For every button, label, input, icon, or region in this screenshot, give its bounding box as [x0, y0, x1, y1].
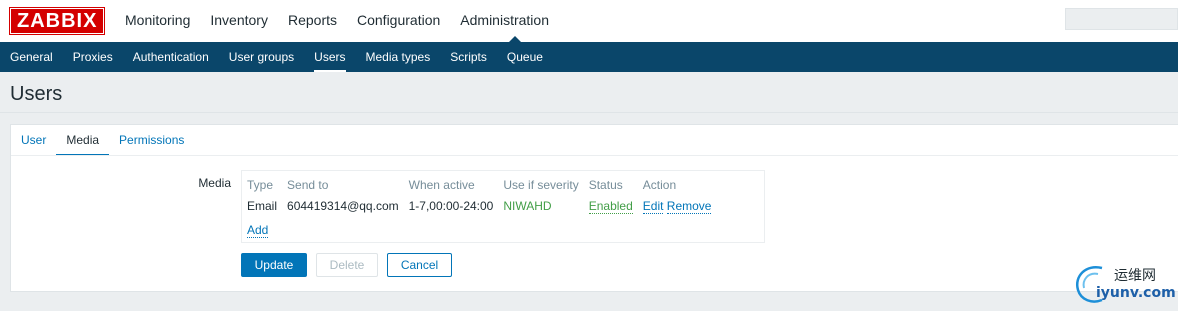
add-media-link[interactable]: Add — [247, 223, 269, 238]
media-when-active: 1-7,00:00-24:00 — [408, 199, 494, 213]
cancel-button[interactable]: Cancel — [387, 253, 452, 277]
table-row: Email 604419314@qq.com 1-7,00:00-24:00 N… — [247, 193, 722, 214]
search-input[interactable] — [1065, 8, 1178, 30]
edit-media-link[interactable]: Edit — [642, 199, 664, 214]
main-menu-configuration[interactable]: Configuration — [347, 0, 450, 42]
tab-permissions[interactable]: Permissions — [109, 125, 194, 155]
media-type: Email — [247, 199, 278, 213]
sub-menu-users[interactable]: Users — [304, 42, 355, 72]
delete-button[interactable]: Delete — [316, 253, 378, 277]
tab-user[interactable]: User — [11, 125, 56, 155]
zabbix-logo[interactable]: ZABBIX — [10, 8, 105, 34]
watermark-domain-text: iyunv.com — [1096, 285, 1176, 301]
main-menu: Monitoring Inventory Reports Configurati… — [115, 0, 559, 42]
media-actions: Edit Remove — [642, 193, 722, 214]
column-send-to: Send to — [287, 178, 329, 192]
media-field-label: Media — [198, 176, 231, 190]
sub-menu-authentication[interactable]: Authentication — [123, 42, 219, 72]
media-table: Type Send to When active Use if severity… — [247, 177, 722, 214]
main-menu-monitoring[interactable]: Monitoring — [115, 0, 200, 42]
column-use-if-severity: Use if severity — [503, 178, 579, 192]
media-list: Type Send to When active Use if severity… — [241, 170, 765, 243]
sub-menu-scripts[interactable]: Scripts — [440, 42, 497, 72]
user-form-panel: User Media Permissions Media Type Send t… — [10, 124, 1178, 292]
sub-menu-general[interactable]: General — [0, 42, 63, 72]
sub-menu-user-groups[interactable]: User groups — [219, 42, 304, 72]
sub-menu-proxies[interactable]: Proxies — [63, 42, 123, 72]
title-divider — [0, 112, 1178, 113]
media-status-cell: Enabled — [588, 193, 643, 214]
column-when-active: When active — [408, 178, 475, 192]
main-menu-inventory[interactable]: Inventory — [200, 0, 278, 42]
top-bar: ZABBIX Monitoring Inventory Reports Conf… — [0, 0, 1178, 42]
sub-menu: General Proxies Authentication User grou… — [0, 42, 1178, 72]
sub-menu-media-types[interactable]: Media types — [356, 42, 441, 72]
media-send-to: 604419314@qq.com — [287, 199, 399, 213]
tabs-divider — [11, 155, 1178, 156]
column-status: Status — [588, 178, 623, 192]
sub-menu-queue[interactable]: Queue — [497, 42, 553, 72]
column-type: Type — [247, 178, 274, 192]
site-watermark: 运维网 iyunv.com — [1072, 262, 1178, 306]
media-table-header: Type Send to When active Use if severity… — [247, 177, 721, 193]
column-action: Action — [642, 178, 677, 192]
tab-media[interactable]: Media — [56, 125, 109, 156]
main-menu-administration[interactable]: Administration — [450, 0, 559, 42]
media-status-toggle[interactable]: Enabled — [588, 199, 633, 214]
watermark-chinese-text: 运维网 — [1114, 268, 1156, 284]
form-tabs: User Media Permissions — [11, 125, 194, 156]
update-button[interactable]: Update — [241, 253, 307, 277]
main-menu-reports[interactable]: Reports — [278, 0, 347, 42]
media-severity: NIWAHD — [503, 199, 552, 213]
page-title: Users — [10, 83, 63, 105]
remove-media-link[interactable]: Remove — [666, 199, 712, 214]
